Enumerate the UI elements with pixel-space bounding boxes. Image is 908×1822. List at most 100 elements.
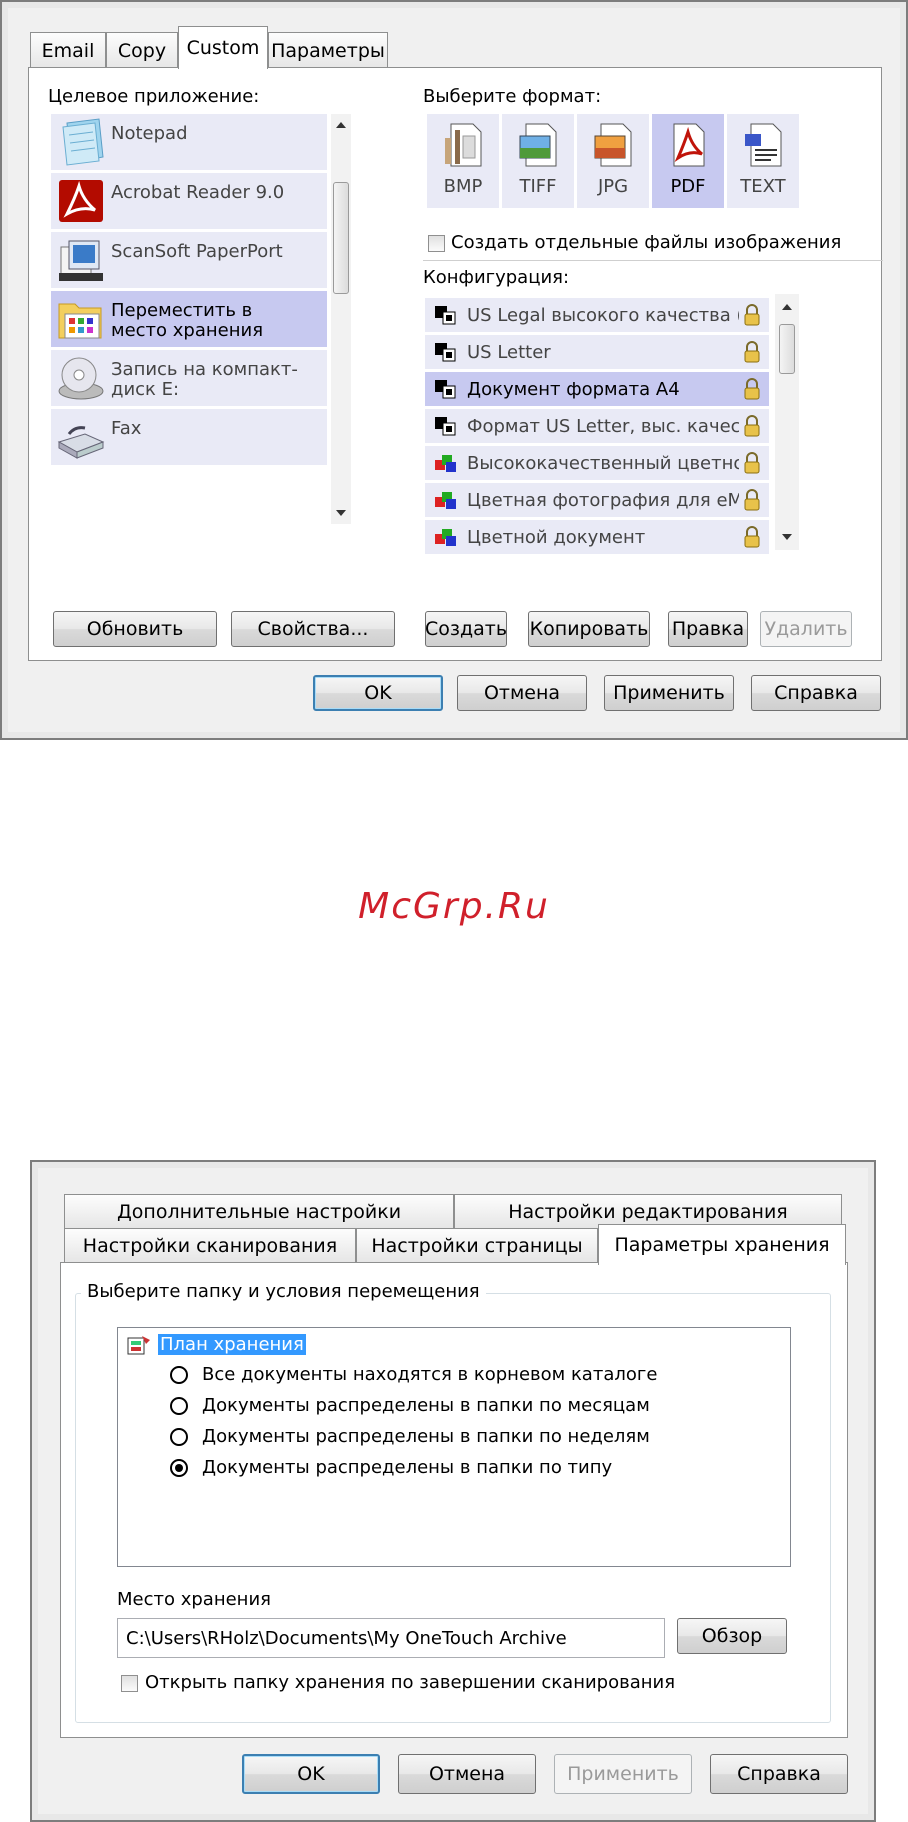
bw-scan-icon <box>435 343 456 362</box>
ok-button[interactable]: OK <box>313 675 443 711</box>
scroll-up-icon[interactable] <box>336 122 346 128</box>
config-list-scroll-thumb[interactable] <box>779 324 795 374</box>
app-list-scrollbar[interactable] <box>331 114 351 524</box>
format-text-label: TEXT <box>740 176 786 197</box>
option-months-radio[interactable] <box>170 1397 188 1415</box>
config-item-label: Цветная фотография для eMail (6... <box>467 489 739 511</box>
target-app-label: Целевое приложение: <box>48 86 260 107</box>
create-button[interactable]: Создать <box>425 611 507 647</box>
option-type-label: Документы распределены в папки по типу <box>202 1457 613 1478</box>
config-item[interactable]: US Legal высокого качества (дуп... <box>425 298 769 332</box>
help-button[interactable]: Справка <box>751 675 881 711</box>
storage-plan-icon <box>127 1336 150 1355</box>
option-months-label: Документы распределены в папки по месяца… <box>202 1395 650 1416</box>
format-bmp[interactable]: BMP <box>427 114 499 208</box>
ok-button[interactable]: OK <box>242 1754 380 1794</box>
app-list[interactable]: Notepad Acrobat Reader 9.0 ScanSoft Pape… <box>51 114 351 530</box>
format-list[interactable]: BMP TIFF JPG PDF TEXT <box>427 114 799 208</box>
config-label: Конфигурация: <box>423 267 570 288</box>
bmp-format-icon <box>445 123 482 167</box>
tab-parameters[interactable]: Параметры <box>268 32 388 68</box>
paperport-icon <box>59 240 103 281</box>
dialog-storage: Дополнительные настройки Настройки редак… <box>30 1160 876 1822</box>
bw-scan-icon <box>435 380 456 399</box>
app-item-fax[interactable]: Fax <box>51 409 327 465</box>
app-label: Notepad <box>111 123 188 144</box>
app-label: Acrobat Reader 9.0 <box>111 182 285 203</box>
format-pdf[interactable]: PDF <box>652 114 724 208</box>
option-root-radio[interactable] <box>170 1366 188 1384</box>
tab-page-settings[interactable]: Настройки страницы <box>356 1228 598 1262</box>
cancel-button[interactable]: Отмена <box>398 1754 536 1794</box>
storage-plan-root[interactable]: План хранения <box>158 1334 306 1355</box>
tab-copy[interactable]: Copy <box>106 32 178 68</box>
pdf-format-icon <box>673 123 705 167</box>
app-item-paperport[interactable]: ScanSoft PaperPort <box>51 232 327 288</box>
edit-button[interactable]: Правка <box>668 611 748 647</box>
option-weeks-radio[interactable] <box>170 1428 188 1446</box>
tab-scan-settings[interactable]: Настройки сканирования <box>64 1228 356 1262</box>
tab-custom[interactable]: Custom <box>178 26 268 69</box>
bw-scan-icon <box>435 306 456 325</box>
tab-storage-settings[interactable]: Параметры хранения <box>598 1224 846 1265</box>
tab-email[interactable]: Email <box>30 32 106 68</box>
config-item[interactable]: Документ формата А4 <box>425 372 769 406</box>
option-weeks-label: Документы распределены в папки по неделя… <box>202 1426 650 1447</box>
app-label: Переместить в место хранения <box>111 300 264 341</box>
scroll-up-icon[interactable] <box>782 304 792 310</box>
app-item-acrobat[interactable]: Acrobat Reader 9.0 <box>51 173 327 229</box>
option-type-radio[interactable] <box>170 1459 188 1477</box>
app-item-notepad[interactable]: Notepad <box>51 114 327 170</box>
separate-files-label: Создать отдельные файлы изображения <box>451 232 842 253</box>
delete-button[interactable]: Удалить <box>760 611 852 647</box>
app-list-scroll-thumb[interactable] <box>333 182 349 294</box>
format-tiff[interactable]: TIFF <box>502 114 574 208</box>
apply-button[interactable]: Применить <box>554 1754 692 1794</box>
color-scan-icon <box>435 529 456 546</box>
fax-icon <box>57 426 105 459</box>
notepad-icon <box>62 118 104 166</box>
storage-plan-tree[interactable]: План хранения Все документы находятся в … <box>117 1327 791 1567</box>
scroll-down-icon[interactable] <box>336 510 346 516</box>
copy-button[interactable]: Копировать <box>528 611 650 647</box>
app-label: Fax <box>111 418 142 439</box>
config-item-label: Формат US Letter, выс. качество... <box>467 415 739 437</box>
properties-button[interactable]: Свойства... <box>231 611 395 647</box>
refresh-button[interactable]: Обновить <box>53 611 217 647</box>
watermark-text: McGrp.Ru <box>358 886 550 927</box>
color-scan-icon <box>435 455 456 472</box>
scroll-down-icon[interactable] <box>782 534 792 540</box>
tab-advanced-settings[interactable]: Дополнительные настройки <box>64 1194 454 1228</box>
config-list[interactable]: US Legal высокого качества (дуп... US Le… <box>425 294 805 554</box>
tiff-format-icon <box>519 123 557 167</box>
config-item[interactable]: Формат US Letter, выс. качество... <box>425 409 769 443</box>
config-item-label: US Legal высокого качества (дуп... <box>467 304 739 326</box>
browse-button[interactable]: Обзор <box>677 1618 787 1654</box>
separate-files-checkbox[interactable] <box>428 235 445 252</box>
format-tiff-label: TIFF <box>519 176 557 197</box>
open-folder-checkbox[interactable] <box>121 1675 138 1692</box>
config-item[interactable]: Высококачественный цветной д... <box>425 446 769 480</box>
help-button[interactable]: Справка <box>710 1754 848 1794</box>
config-item[interactable]: Цветной документ <box>425 520 769 554</box>
app-item-cd-burn[interactable]: Запись на компакт-диск E: <box>51 350 327 406</box>
custom-panel: Целевое приложение: Notepad Acrobat Read… <box>28 67 883 661</box>
format-text[interactable]: TEXT <box>727 114 799 208</box>
jpg-format-icon <box>594 123 632 167</box>
format-divider <box>423 260 883 261</box>
config-item-label: Высококачественный цветной д... <box>467 452 739 474</box>
dialog-custom: Email Copy Custom Параметры Целевое прил… <box>0 0 908 740</box>
config-item-label: US Letter <box>467 341 551 363</box>
format-jpg[interactable]: JPG <box>577 114 649 208</box>
lock-icon <box>744 304 760 326</box>
location-input[interactable] <box>117 1618 665 1658</box>
config-list-scrollbar[interactable] <box>775 294 799 550</box>
config-item[interactable]: US Letter <box>425 335 769 369</box>
tab-edit-settings[interactable]: Настройки редактирования <box>454 1194 842 1228</box>
apply-button[interactable]: Применить <box>604 675 734 711</box>
storage-panel: Выберите папку и условия перемещения Пла… <box>60 1262 848 1738</box>
app-item-storage[interactable]: Переместить в место хранения <box>51 291 327 347</box>
cancel-button[interactable]: Отмена <box>457 675 587 711</box>
app-label: ScanSoft PaperPort <box>111 241 283 262</box>
config-item[interactable]: Цветная фотография для eMail (6... <box>425 483 769 517</box>
